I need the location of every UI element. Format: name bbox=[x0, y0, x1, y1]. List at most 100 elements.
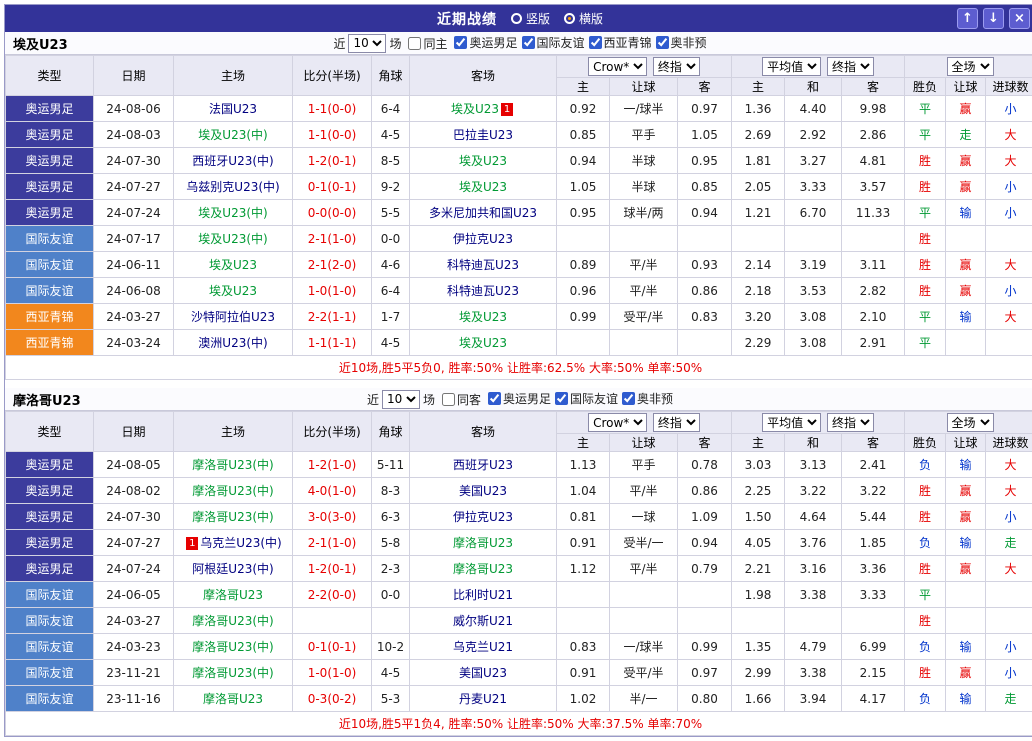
score-cell: 1-0(1-0) bbox=[293, 660, 372, 686]
league-filter-checkbox[interactable]: 西亚青锦 bbox=[585, 34, 652, 51]
team-name-text: 埃及U23 bbox=[459, 180, 507, 194]
horizontal-layout-radio[interactable]: 横版 bbox=[564, 10, 603, 27]
home-team-cell: 埃及U23(中) bbox=[174, 200, 293, 226]
league-filter-checkbox[interactable]: 奥运男足 bbox=[484, 390, 551, 407]
league-filter-checkbox-input[interactable] bbox=[454, 36, 467, 49]
result-cell: 负 bbox=[905, 686, 946, 712]
league-filter-checkbox-input[interactable] bbox=[589, 36, 602, 49]
league-filter-checkbox-input[interactable] bbox=[622, 392, 635, 405]
league-filter-checkbox-input[interactable] bbox=[555, 392, 568, 405]
away-team-cell: 多米尼加共和国U23 bbox=[410, 200, 557, 226]
summary-row: 近10场,胜5平5负0, 胜率:50% 让胜率:62.5% 大率:50% 单率:… bbox=[6, 356, 1032, 380]
result-cell: 胜 bbox=[905, 504, 946, 530]
date-cell: 24-07-30 bbox=[94, 504, 174, 530]
summary-text: 近10场,胜5平5负0, 胜率:50% 让胜率:62.5% 大率:50% 单率:… bbox=[6, 356, 1032, 380]
same-side-checkbox[interactable]: 同主 bbox=[404, 35, 447, 52]
away-team-cell: 科特迪瓦U23 bbox=[410, 278, 557, 304]
team-name-text: 埃及U23 bbox=[209, 258, 257, 272]
avg-away-cell: 5.44 bbox=[842, 504, 905, 530]
match-count-select[interactable]: 10 bbox=[348, 34, 386, 53]
avg-home-cell: 2.99 bbox=[732, 660, 785, 686]
fulltime-select[interactable]: 全场 bbox=[947, 57, 994, 76]
date-cell: 23-11-16 bbox=[94, 686, 174, 712]
avg-draw-cell: 3.19 bbox=[785, 252, 842, 278]
team-name-text: 摩洛哥U23(中) bbox=[192, 484, 273, 498]
games-label: 场 bbox=[423, 391, 435, 408]
odds-source-select[interactable]: Crow* bbox=[588, 57, 647, 76]
date-cell: 24-07-27 bbox=[94, 530, 174, 556]
league-filter-checkbox[interactable]: 奥非预 bbox=[618, 390, 673, 407]
fulltime-dropdown-cell: 全场 bbox=[905, 412, 1032, 434]
avg-away-cell: 6.99 bbox=[842, 634, 905, 660]
home-team-cell: 摩洛哥U23 bbox=[174, 686, 293, 712]
league-filter-checkbox-input[interactable] bbox=[656, 36, 669, 49]
odds-dropdown-cell: Crow* 终指 bbox=[557, 412, 732, 434]
league-filter-checkbox[interactable]: 国际友谊 bbox=[518, 34, 585, 51]
match-row: 奥运男足24-07-27乌兹别克U23(中)0-1(0-1)9-2埃及U231.… bbox=[6, 174, 1032, 200]
matches-table: 类型 日期 主场 比分(半场) 角球 客场 Crow* 终指 平均值 终指 bbox=[5, 411, 1032, 736]
team-section: 摩洛哥U23 近 10 场 同客 奥运男足国际友谊奥非预 bbox=[5, 388, 1032, 736]
goals-count-cell: 小 bbox=[986, 174, 1032, 200]
avg-draw-cell: 3.38 bbox=[785, 582, 842, 608]
move-down-button[interactable]: ↓ bbox=[983, 8, 1004, 29]
league-type-cell: 奥运男足 bbox=[6, 452, 94, 478]
avg-draw-cell: 3.94 bbox=[785, 686, 842, 712]
same-side-checkbox-input[interactable] bbox=[442, 393, 455, 406]
league-filter-checkbox-input[interactable] bbox=[522, 36, 535, 49]
result-cell: 胜 bbox=[905, 660, 946, 686]
league-filter-checkbox-input[interactable] bbox=[488, 392, 501, 405]
score-cell: 4-0(1-0) bbox=[293, 478, 372, 504]
goals-count-cell: 小 bbox=[986, 660, 1032, 686]
corner-cell: 6-3 bbox=[372, 504, 410, 530]
away-team-cell: 埃及U23 bbox=[410, 148, 557, 174]
fulltime-select[interactable]: 全场 bbox=[947, 413, 994, 432]
match-count-select[interactable]: 10 bbox=[382, 390, 420, 409]
team-name-text: 埃及U23 bbox=[451, 102, 499, 116]
col-header-goals: 进球数 bbox=[986, 78, 1032, 96]
handicap-result-cell: 赢 bbox=[946, 96, 986, 122]
avg-final-select[interactable]: 终指 bbox=[827, 57, 874, 76]
date-cell: 24-07-24 bbox=[94, 556, 174, 582]
away-team-cell: 伊拉克U23 bbox=[410, 504, 557, 530]
league-filter-checkbox[interactable]: 国际友谊 bbox=[551, 390, 618, 407]
league-type-cell: 奥运男足 bbox=[6, 174, 94, 200]
away-team-cell: 美国U23 bbox=[410, 660, 557, 686]
score-cell: 2-2(0-0) bbox=[293, 582, 372, 608]
avg-draw-cell: 3.76 bbox=[785, 530, 842, 556]
odds-final-select[interactable]: 终指 bbox=[653, 413, 700, 432]
same-side-checkbox[interactable]: 同客 bbox=[438, 391, 481, 408]
team-name-text: 澳洲U23(中) bbox=[198, 336, 267, 350]
close-button[interactable]: × bbox=[1009, 8, 1030, 29]
away-team-cell: 比利时U21 bbox=[410, 582, 557, 608]
team-name-text: 伊拉克U23 bbox=[453, 232, 513, 246]
handicap-result-cell: 输 bbox=[946, 686, 986, 712]
odds-home-cell: 1.12 bbox=[557, 556, 610, 582]
league-type-cell: 奥运男足 bbox=[6, 96, 94, 122]
avg-final-select[interactable]: 终指 bbox=[827, 413, 874, 432]
col-header-handicap-result: 让球 bbox=[946, 78, 986, 96]
vertical-layout-radio[interactable]: 竖版 bbox=[511, 10, 550, 27]
col-header-date: 日期 bbox=[94, 412, 174, 452]
date-cell: 24-08-05 bbox=[94, 452, 174, 478]
matches-table: 类型 日期 主场 比分(半场) 角球 客场 Crow* 终指 平均值 终指 bbox=[5, 55, 1032, 380]
same-side-checkbox-input[interactable] bbox=[408, 37, 421, 50]
away-team-cell: 摩洛哥U23 bbox=[410, 556, 557, 582]
away-team-cell: 埃及U23 bbox=[410, 330, 557, 356]
odds-final-select[interactable]: 终指 bbox=[653, 57, 700, 76]
match-row: 国际友谊24-03-27摩洛哥U23(中)威尔斯U21胜 bbox=[6, 608, 1032, 634]
move-up-button[interactable]: ↑ bbox=[957, 8, 978, 29]
league-filter-checkbox[interactable]: 奥非预 bbox=[652, 34, 707, 51]
league-type-cell: 奥运男足 bbox=[6, 148, 94, 174]
col-header-home: 主场 bbox=[174, 412, 293, 452]
handicap-result-cell: 赢 bbox=[946, 148, 986, 174]
home-team-cell: 摩洛哥U23(中) bbox=[174, 634, 293, 660]
match-row: 国际友谊24-03-23摩洛哥U23(中)0-1(0-1)10-2乌克兰U210… bbox=[6, 634, 1032, 660]
section-filterbar: 摩洛哥U23 近 10 场 同客 奥运男足国际友谊奥非预 bbox=[5, 388, 1032, 411]
odds-source-select[interactable]: Crow* bbox=[588, 413, 647, 432]
avg-source-select[interactable]: 平均值 bbox=[762, 413, 821, 432]
odds-home-cell: 1.05 bbox=[557, 174, 610, 200]
avg-source-select[interactable]: 平均值 bbox=[762, 57, 821, 76]
league-filter-checkbox[interactable]: 奥运男足 bbox=[450, 34, 517, 51]
odds-handicap-cell: 平手 bbox=[610, 452, 678, 478]
odds-home-cell: 1.02 bbox=[557, 686, 610, 712]
